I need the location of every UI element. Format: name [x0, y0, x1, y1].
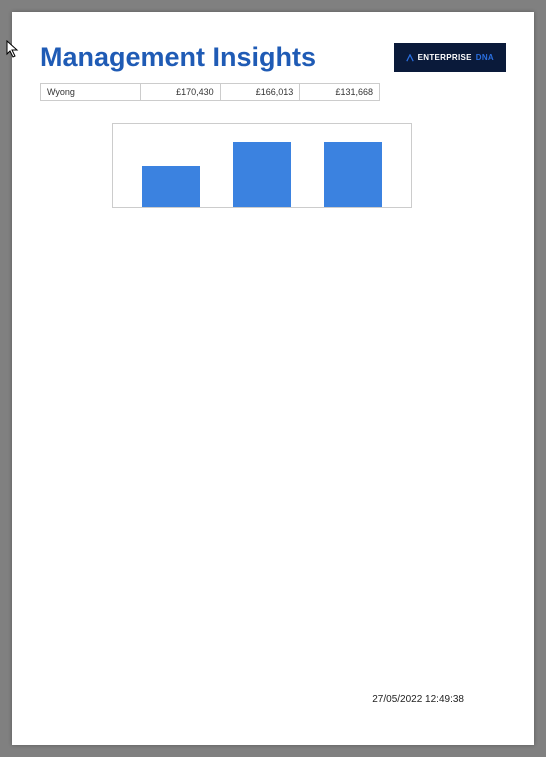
bar-2 [233, 142, 291, 207]
row-label: Wyong [41, 84, 141, 101]
page-title: Management Insights [40, 42, 316, 73]
report-page: Management Insights ENTERPRISE DNA Wyong… [12, 12, 534, 745]
cell-value: £131,668 [300, 84, 380, 101]
cell-value: £170,430 [141, 84, 221, 101]
footer-timestamp: 27/05/2022 12:49:38 [372, 694, 464, 705]
header: Management Insights ENTERPRISE DNA [40, 42, 506, 73]
enterprise-dna-logo: ENTERPRISE DNA [394, 43, 506, 72]
bar-chart [112, 123, 412, 208]
logo-icon [406, 54, 414, 62]
logo-text: ENTERPRISE [418, 53, 472, 62]
bar-1 [142, 166, 200, 208]
logo-accent: DNA [476, 53, 494, 62]
data-table: Wyong £170,430 £166,013 £131,668 [40, 83, 380, 101]
cell-value: £166,013 [220, 84, 300, 101]
table-row: Wyong £170,430 £166,013 £131,668 [41, 84, 380, 101]
bar-3 [324, 142, 382, 207]
